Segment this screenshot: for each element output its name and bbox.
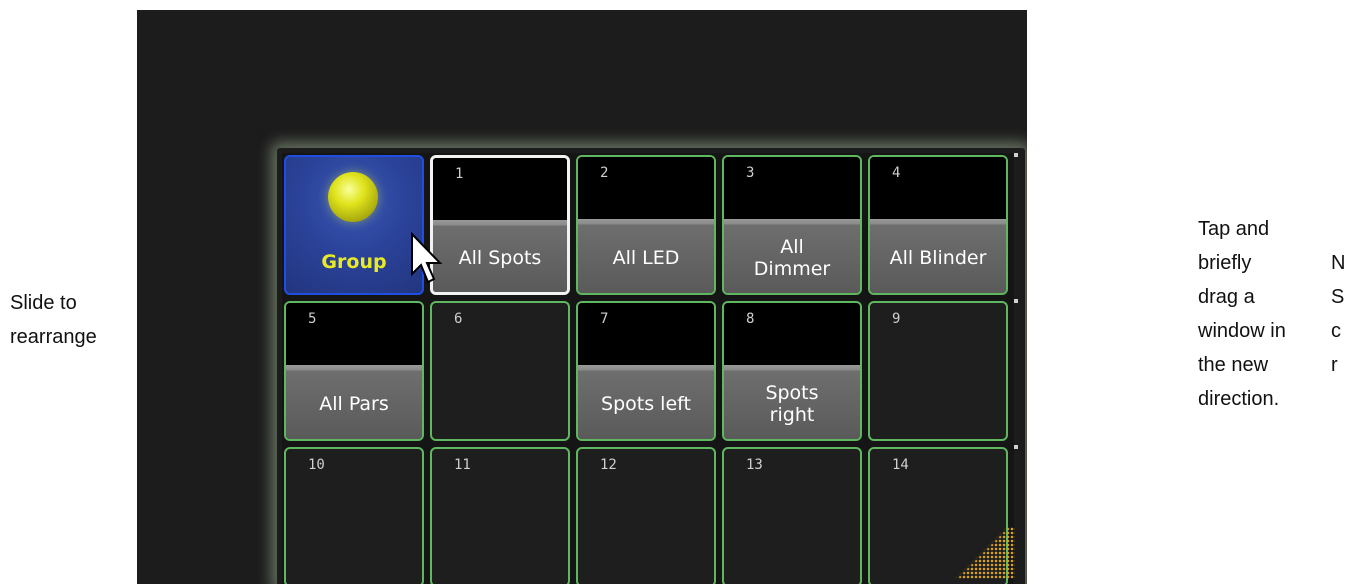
cell-number: 9	[892, 311, 901, 327]
pool-cell-6[interactable]: 6	[430, 301, 570, 441]
group-header-cell[interactable]: Group	[284, 155, 424, 295]
cell-number: 12	[600, 457, 617, 473]
caption-line: the new	[1198, 354, 1269, 376]
truncated-caption: N S c r	[1331, 246, 1345, 382]
pool-cell-10[interactable]: 10	[284, 447, 424, 584]
pool-cell-7[interactable]: 7 Spots left	[576, 301, 716, 441]
pool-cell-5[interactable]: 5 All Pars	[284, 301, 424, 441]
pool-cell-12[interactable]: 12	[576, 447, 716, 584]
cell-number: 11	[454, 457, 471, 473]
pool-cell-2[interactable]: 2 All LED	[576, 155, 716, 295]
group-ball-icon	[328, 172, 378, 222]
pool-cell-13[interactable]: 13	[722, 447, 862, 584]
cell-number: 4	[892, 165, 901, 181]
caption-line: Tap and	[1198, 218, 1270, 240]
caption-line: c	[1331, 320, 1341, 342]
cell-number: 14	[892, 457, 909, 473]
caption-line: briefly	[1198, 252, 1252, 274]
cell-number: 7	[600, 311, 609, 327]
cell-number: 6	[454, 311, 463, 327]
cell-number: 3	[746, 165, 755, 181]
cell-number: 1	[455, 166, 464, 182]
row-marker	[1014, 153, 1018, 157]
cell-number: 10	[308, 457, 325, 473]
tap-drag-caption: Tap and briefly drag a window in the new…	[1198, 212, 1308, 416]
mouse-pointer-icon	[411, 232, 443, 284]
cell-label: All Pars	[319, 393, 389, 415]
cell-number: 8	[746, 311, 755, 327]
pool-cell-8[interactable]: 8 Spots right	[722, 301, 862, 441]
caption-line: drag a	[1198, 286, 1255, 308]
pool-cell-4[interactable]: 4 All Blinder	[868, 155, 1008, 295]
caption-line: N	[1331, 252, 1345, 274]
cell-label: All Spots	[458, 247, 542, 269]
cell-number: 13	[746, 457, 763, 473]
group-label: Group	[321, 251, 387, 273]
cell-label: All Blinder	[889, 247, 987, 269]
row-marker	[1014, 299, 1018, 303]
cell-label: Spots left	[601, 393, 691, 415]
caption-line: direction.	[1198, 388, 1280, 410]
cell-number: 5	[308, 311, 317, 327]
cell-label: Spots right	[765, 382, 819, 426]
slide-caption: Slide to rearrange	[10, 292, 97, 348]
console-screen: Group 1 All Spots 2 All LED 3 All Dimmer…	[137, 10, 1027, 584]
row-marker	[1014, 445, 1018, 449]
resize-handle-icon[interactable]	[950, 527, 1015, 579]
cell-number: 2	[600, 165, 609, 181]
caption-line: r	[1331, 354, 1338, 376]
caption-line: S	[1331, 286, 1345, 308]
caption-line: window in	[1198, 320, 1286, 342]
pool-cell-9[interactable]: 9	[868, 301, 1008, 441]
cell-label: All LED	[612, 247, 680, 269]
group-pool-grid: Group 1 All Spots 2 All LED 3 All Dimmer…	[282, 153, 1014, 584]
pool-cell-3[interactable]: 3 All Dimmer	[722, 155, 862, 295]
pool-cell-1[interactable]: 1 All Spots	[430, 155, 570, 295]
cell-label: All Dimmer	[753, 236, 831, 280]
pool-cell-11[interactable]: 11	[430, 447, 570, 584]
